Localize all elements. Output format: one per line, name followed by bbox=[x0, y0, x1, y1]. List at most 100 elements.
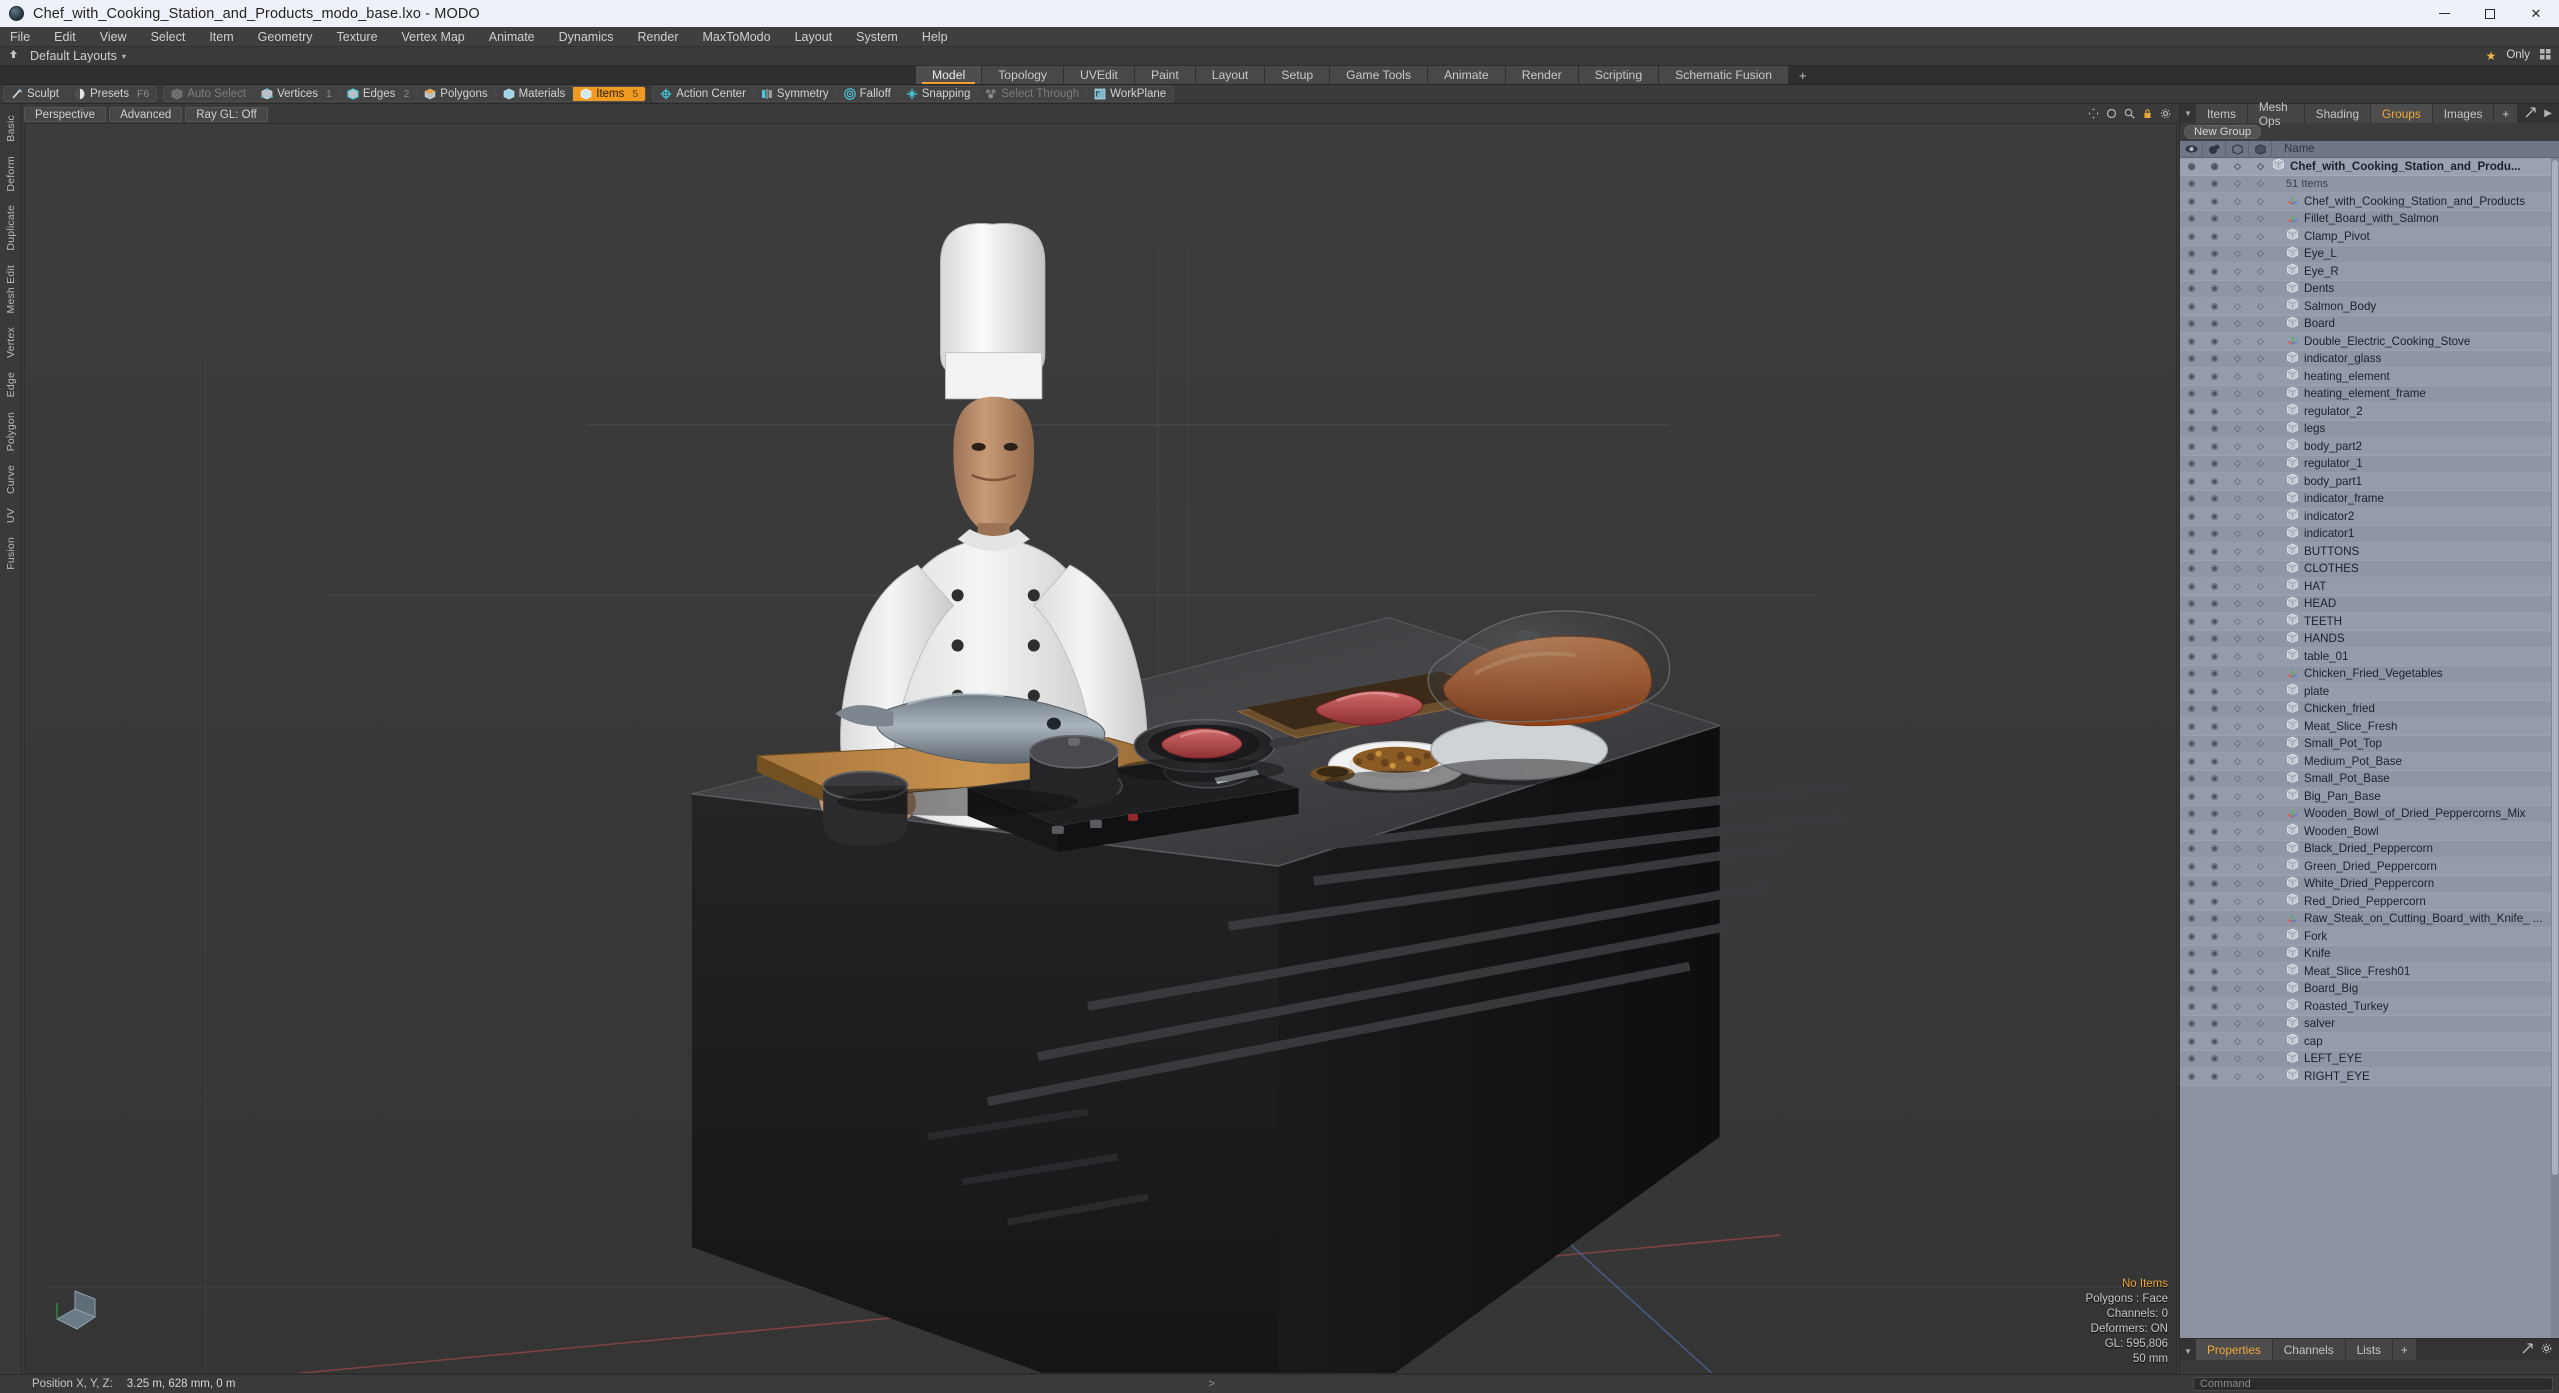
visibility-toggle[interactable]: ◉ bbox=[2180, 773, 2203, 784]
shade-toggle[interactable]: ◇ bbox=[2249, 598, 2272, 609]
render-toggle[interactable]: ◉ bbox=[2203, 388, 2226, 399]
visibility-toggle[interactable]: ◉ bbox=[2180, 301, 2203, 312]
list-item[interactable]: ◉ ◉ ◇ ◇ plate bbox=[2180, 683, 2559, 701]
shade-toggle[interactable]: ◇ bbox=[2249, 616, 2272, 627]
sculpt-button[interactable]: Sculpt bbox=[4, 87, 67, 101]
shade-toggle[interactable]: ◇ bbox=[2249, 686, 2272, 697]
visibility-toggle[interactable]: ◉ bbox=[2180, 791, 2203, 802]
list-item[interactable]: ◉ ◉ ◇ ◇ Small_Pot_Base bbox=[2180, 770, 2559, 788]
scrollbar-thumb[interactable] bbox=[2552, 160, 2558, 1175]
wire-toggle[interactable]: ◇ bbox=[2226, 686, 2249, 697]
render-toggle[interactable]: ◉ bbox=[2203, 861, 2226, 872]
wire-toggle[interactable]: ◇ bbox=[2226, 721, 2249, 732]
shade-toggle[interactable]: ◇ bbox=[2249, 703, 2272, 714]
new-group-button[interactable]: New Group bbox=[2184, 125, 2262, 139]
row-toggles[interactable]: ◉ ◉ ◇ ◇ bbox=[2180, 735, 2272, 753]
vtab-uv[interactable]: UV bbox=[5, 501, 17, 530]
wire-toggle[interactable]: ◇ bbox=[2226, 266, 2249, 277]
list-item[interactable]: ◉ ◉ ◇ ◇ HEAD bbox=[2180, 595, 2559, 613]
wire-toggle[interactable]: ◇ bbox=[2226, 248, 2249, 259]
list-item[interactable]: ◉ ◉ ◇ ◇ Chef_with_Cooking_Station_and_Produc… bbox=[2180, 193, 2559, 211]
tab-model[interactable]: Model bbox=[916, 66, 983, 84]
visibility-toggle[interactable]: ◉ bbox=[2180, 406, 2203, 417]
wire-toggle[interactable]: ◇ bbox=[2226, 773, 2249, 784]
group-list-scrollbar[interactable] bbox=[2551, 158, 2559, 1338]
wire-toggle[interactable]: ◇ bbox=[2226, 581, 2249, 592]
shade-toggle[interactable]: ◇ bbox=[2249, 668, 2272, 679]
wire-toggle[interactable]: ◇ bbox=[2226, 458, 2249, 469]
snapping-button[interactable]: Snapping bbox=[899, 87, 979, 101]
shade-toggle[interactable]: ◇ bbox=[2249, 791, 2272, 802]
render-toggle[interactable]: ◉ bbox=[2203, 301, 2226, 312]
menu-item-render[interactable]: Render bbox=[626, 27, 691, 47]
shade-toggle[interactable]: ◇ bbox=[2249, 948, 2272, 959]
tab-layout[interactable]: Layout bbox=[1195, 66, 1266, 84]
shade-toggle[interactable]: ◇ bbox=[2249, 756, 2272, 767]
list-item[interactable]: ◉ ◉ ◇ ◇ Wooden_Bowl bbox=[2180, 823, 2559, 841]
tab-channels[interactable]: Channels bbox=[2272, 1339, 2346, 1360]
shade-toggle[interactable]: ◇ bbox=[2249, 721, 2272, 732]
shade-toggle[interactable]: ◇ bbox=[2249, 581, 2272, 592]
eye-icon[interactable] bbox=[2180, 140, 2203, 158]
visibility-toggle[interactable]: ◉ bbox=[2180, 371, 2203, 382]
shade-toggle[interactable]: ◇ bbox=[2249, 563, 2272, 574]
render-toggle[interactable]: ◉ bbox=[2203, 1018, 2226, 1029]
visibility-toggle[interactable]: ◉ bbox=[2180, 493, 2203, 504]
render-toggle[interactable]: ◉ bbox=[2203, 283, 2226, 294]
list-item[interactable]: ◉ ◉ ◇ ◇ Double_Electric_Cooking_Stove bbox=[2180, 333, 2559, 351]
visibility-toggle[interactable]: ◉ bbox=[2180, 826, 2203, 837]
list-item[interactable]: ◉ ◉ ◇ ◇ Board bbox=[2180, 315, 2559, 333]
shade-toggle[interactable]: ◇ bbox=[2249, 738, 2272, 749]
menu-item-layout[interactable]: Layout bbox=[783, 27, 845, 47]
visibility-toggle[interactable]: ◉ bbox=[2180, 511, 2203, 522]
row-toggles[interactable]: ◉ ◉ ◇ ◇ bbox=[2180, 998, 2272, 1016]
row-toggles[interactable]: ◉ ◉ ◇ ◇ bbox=[2180, 578, 2272, 596]
menu-item-dynamics[interactable]: Dynamics bbox=[547, 27, 626, 47]
shade-toggle[interactable]: ◇ bbox=[2249, 913, 2272, 924]
tab-topology[interactable]: Topology bbox=[982, 66, 1064, 84]
render-toggle[interactable]: ◉ bbox=[2203, 633, 2226, 644]
visibility-toggle[interactable]: ◉ bbox=[2180, 231, 2203, 242]
visibility-toggle[interactable]: ◉ bbox=[2180, 581, 2203, 592]
wire-toggle[interactable]: ◇ bbox=[2226, 353, 2249, 364]
render-toggle[interactable]: ◉ bbox=[2203, 196, 2226, 207]
group-root-row[interactable]: ◉ ◉ ◇ ◇ Chef_with_Cooking_Station_and_Produ.… bbox=[2180, 158, 2559, 176]
visibility-toggle[interactable]: ◉ bbox=[2180, 563, 2203, 574]
move-view-icon[interactable] bbox=[2088, 108, 2099, 122]
render-toggle[interactable]: ◉ bbox=[2203, 563, 2226, 574]
wire-toggle[interactable]: ◇ bbox=[2226, 196, 2249, 207]
vtab-edge[interactable]: Edge bbox=[5, 365, 17, 404]
visibility-toggle[interactable]: ◉ bbox=[2180, 598, 2203, 609]
list-item[interactable]: ◉ ◉ ◇ ◇ cap bbox=[2180, 1033, 2559, 1051]
visibility-toggle[interactable]: ◉ bbox=[2180, 248, 2203, 259]
list-item[interactable]: ◉ ◉ ◇ ◇ body_part2 bbox=[2180, 438, 2559, 456]
wire-toggle[interactable]: ◇ bbox=[2226, 931, 2249, 942]
list-item[interactable]: ◉ ◉ ◇ ◇ Chicken_fried bbox=[2180, 700, 2559, 718]
row-toggles[interactable]: ◉ ◉ ◇ ◇ bbox=[2180, 700, 2272, 718]
edges-button[interactable]: Edges 2 bbox=[340, 87, 418, 101]
vtab-polygon[interactable]: Polygon bbox=[5, 405, 17, 458]
vtab-mesh-edit[interactable]: Mesh Edit bbox=[5, 258, 17, 321]
visibility-toggle[interactable]: ◉ bbox=[2180, 651, 2203, 662]
list-item[interactable]: ◉ ◉ ◇ ◇ Eye_R bbox=[2180, 263, 2559, 281]
auto-select-button[interactable]: Auto Select bbox=[164, 87, 255, 101]
tab-items[interactable]: Items bbox=[2196, 104, 2248, 123]
shade-toggle[interactable]: ◇ bbox=[2249, 633, 2272, 644]
row-toggles[interactable]: ◉ ◉ ◇ ◇ bbox=[2180, 875, 2272, 893]
list-item[interactable]: ◉ ◉ ◇ ◇ LEFT_EYE bbox=[2180, 1050, 2559, 1068]
row-toggles[interactable]: ◉ ◉ ◇ ◇ bbox=[2180, 648, 2272, 666]
shade-toggle[interactable]: ◇ bbox=[2249, 878, 2272, 889]
list-item[interactable]: ◉ ◉ ◇ ◇ indicator_glass bbox=[2180, 350, 2559, 368]
render-toggle[interactable]: ◉ bbox=[2203, 721, 2226, 732]
menu-item-geometry[interactable]: Geometry bbox=[246, 27, 325, 47]
render-toggle[interactable]: ◉ bbox=[2203, 371, 2226, 382]
tab-properties[interactable]: Properties bbox=[2196, 1339, 2273, 1360]
tab-game-tools[interactable]: Game Tools bbox=[1330, 66, 1428, 84]
polygons-button[interactable]: Polygons bbox=[417, 87, 496, 101]
shade-toggle[interactable]: ◇ bbox=[2249, 458, 2272, 469]
presets-button[interactable]: Presets F6 bbox=[67, 87, 156, 101]
visibility-toggle[interactable]: ◉ bbox=[2180, 913, 2203, 924]
wire-toggle[interactable]: ◇ bbox=[2226, 878, 2249, 889]
menu-item-help[interactable]: Help bbox=[910, 27, 960, 47]
visibility-toggle[interactable]: ◉ bbox=[2180, 983, 2203, 994]
